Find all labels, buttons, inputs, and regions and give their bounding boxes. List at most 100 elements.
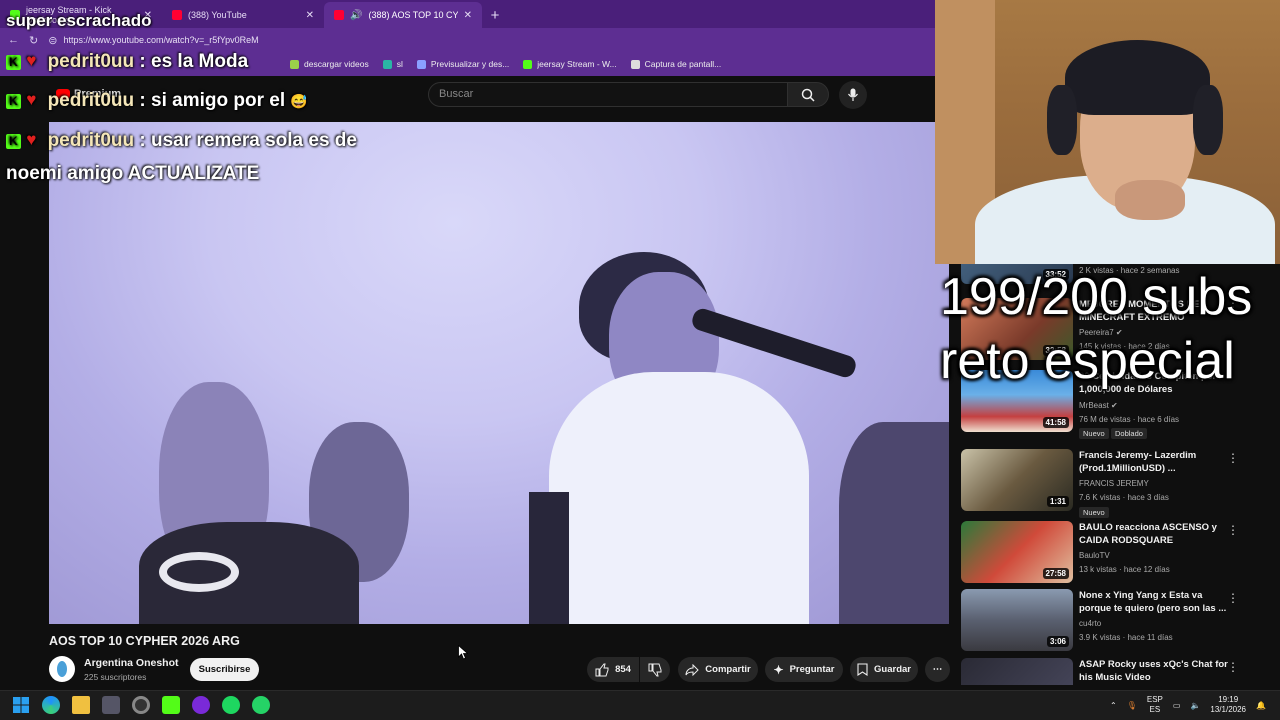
video-title[interactable]: None x Ying Yang x Esta va porque te qui… xyxy=(1079,589,1229,615)
app-icon[interactable] xyxy=(192,696,210,714)
close-icon[interactable]: ✕ xyxy=(464,10,472,21)
heart-icon: ♥ xyxy=(26,90,37,109)
windows-start-icon[interactable] xyxy=(12,696,30,714)
channel-label: MrBeast xyxy=(1079,401,1109,410)
bookmark-label: Captura de pantall... xyxy=(644,59,722,69)
chat-message: noemi amigo ACTUALIZATE xyxy=(6,163,259,185)
url-field[interactable]: ⊜ https://www.youtube.com/watch?v=_r5fYp… xyxy=(48,34,258,47)
goal-count: 199/200 subs xyxy=(940,268,1253,326)
url-text: https://www.youtube.com/watch?v=_r5fYpv0… xyxy=(63,35,259,45)
avatar[interactable] xyxy=(49,656,75,682)
chat-user: pedrit0uu xyxy=(47,130,135,151)
video-title[interactable]: ASAP Rocky uses xQc's Chat for his Music… xyxy=(1079,658,1229,684)
emoji-icon: 😅 xyxy=(290,93,308,109)
language-indicator[interactable]: ESP ES xyxy=(1147,695,1163,715)
chat-user: pedrit0uu xyxy=(47,90,135,111)
channel-name[interactable]: FRANCIS JEREMY xyxy=(1079,479,1149,488)
kick-icon xyxy=(523,59,533,69)
microphone-icon xyxy=(848,88,858,101)
channel-name[interactable]: MrBeast ✔ xyxy=(1079,401,1118,410)
microphone-icon[interactable]: 🎙 xyxy=(1127,701,1137,710)
clock[interactable]: 19:19 13/1/2026 xyxy=(1210,695,1246,715)
more-vertical-icon[interactable]: ⋮ xyxy=(1227,451,1239,465)
more-actions-button[interactable]: ⋯ xyxy=(925,657,950,682)
app-icon[interactable] xyxy=(102,696,120,714)
share-label: Compartir xyxy=(705,664,751,675)
subscriber-goal-overlay: 199/200 subs reto especial xyxy=(940,265,1252,393)
webcam-frame-figure xyxy=(1115,180,1185,220)
notification-icon[interactable]: 🔔 xyxy=(1256,701,1266,710)
edge-icon[interactable] xyxy=(42,696,60,714)
chevron-up-icon[interactable]: ⌃ xyxy=(1110,701,1117,710)
bookmark-previsualizar[interactable]: Previsualizar y des... xyxy=(416,59,509,69)
channel-name[interactable]: BauloTV xyxy=(1079,551,1110,560)
voice-search-button[interactable] xyxy=(839,81,867,109)
speaker-icon[interactable]: 🔊 xyxy=(350,10,362,21)
close-icon[interactable]: ✕ xyxy=(306,10,314,21)
bookmark-descargar-videos[interactable]: descargar videos xyxy=(290,59,369,69)
site-info-icon[interactable]: ⊜ xyxy=(48,34,57,47)
chat-message: K ♥ pedrit0uu : es la Moda xyxy=(6,51,248,73)
spotify-icon[interactable] xyxy=(222,696,240,714)
save-label: Guardar xyxy=(874,664,911,675)
back-icon[interactable]: ← xyxy=(8,34,19,46)
video-thumbnail[interactable]: 3:06 xyxy=(961,589,1073,651)
dislike-button[interactable] xyxy=(640,657,670,682)
ask-button[interactable]: ✦ Preguntar xyxy=(765,657,843,682)
bookmark-sl[interactable]: sl xyxy=(382,59,403,69)
volume-icon[interactable]: 🔈 xyxy=(1190,701,1200,710)
obs-icon[interactable] xyxy=(132,696,150,714)
folder-icon[interactable] xyxy=(72,696,90,714)
list-item[interactable]: 3:06 None x Ying Yang x Esta va porque t… xyxy=(961,589,1261,653)
new-tab-button[interactable]: + xyxy=(482,2,508,28)
save-button[interactable]: Guardar xyxy=(850,657,918,682)
more-vertical-icon[interactable]: ⋮ xyxy=(1227,591,1239,605)
list-item[interactable]: 27:58 BAULO reacciona ASCENSO y CAIDA RO… xyxy=(961,521,1261,585)
dubbed-badge: Doblado xyxy=(1111,428,1147,439)
more-horizontal-icon: ⋯ xyxy=(932,664,943,675)
more-vertical-icon[interactable]: ⋮ xyxy=(1227,523,1239,537)
address-bar: ← ↻ ⊜ https://www.youtube.com/watch?v=_r… xyxy=(0,28,935,52)
tab-aos-cypher[interactable]: 🔊 (388) AOS TOP 10 CYPHER 20 ✕ xyxy=(324,2,482,28)
kick-icon: K xyxy=(6,134,21,149)
bookmark-captura[interactable]: Captura de pantall... xyxy=(630,59,722,69)
ask-label: Preguntar xyxy=(789,664,835,675)
share-button[interactable]: Compartir xyxy=(678,657,758,682)
chat-text: super escrachado xyxy=(6,11,152,30)
whatsapp-icon[interactable] xyxy=(252,696,270,714)
kick-icon[interactable] xyxy=(162,696,180,714)
goal-label: reto especial xyxy=(940,332,1235,390)
chat-text: : si amigo por el xyxy=(139,90,286,111)
chat-message: K ♥ pedrit0uu : usar remera sola es de xyxy=(6,130,357,152)
duration-badge: 27:58 xyxy=(1042,568,1069,579)
pen-icon xyxy=(630,59,640,69)
kick-icon: K xyxy=(6,55,21,70)
like-button[interactable]: 854 xyxy=(587,657,639,682)
rp-icon xyxy=(416,59,426,69)
kick-icon: K xyxy=(6,94,21,109)
like-count: 854 xyxy=(615,664,631,675)
video-frame-figure xyxy=(549,372,809,624)
search-button[interactable] xyxy=(787,82,829,107)
search-input[interactable]: Buscar xyxy=(428,82,788,107)
tab-youtube[interactable]: (388) YouTube ✕ xyxy=(162,2,324,28)
list-item[interactable]: 1:31 Francis Jeremy- Lazerdim (Prod.1Mil… xyxy=(961,449,1261,518)
channel-name[interactable]: cu4rto xyxy=(1079,619,1101,628)
video-thumbnail[interactable]: 1:31 xyxy=(961,449,1073,511)
sparkle-icon: ✦ xyxy=(773,662,784,677)
list-item[interactable]: ASAP Rocky uses xQc's Chat for his Music… xyxy=(961,658,1261,685)
date-label: 13/1/2026 xyxy=(1210,705,1246,714)
channel-name[interactable]: Argentina Oneshot xyxy=(84,657,179,669)
video-title[interactable]: BAULO reacciona ASCENSO y CAIDA RODSQUAR… xyxy=(1079,521,1229,547)
network-icon[interactable]: ▭ xyxy=(1173,701,1181,710)
video-player[interactable] xyxy=(49,122,949,624)
video-thumbnail[interactable]: 27:58 xyxy=(961,521,1073,583)
webcam-frame-figure xyxy=(1047,85,1077,155)
bookmark-jeersay-stream[interactable]: jeersay Stream - W... xyxy=(523,59,617,69)
video-title[interactable]: Francis Jeremy- Lazerdim (Prod.1MillionU… xyxy=(1079,449,1229,475)
more-vertical-icon[interactable]: ⋮ xyxy=(1227,660,1239,674)
video-meta: 3.9 K vistas · hace 11 días xyxy=(1079,633,1173,642)
video-thumbnail[interactable] xyxy=(961,658,1073,685)
subscribe-button[interactable]: Suscribirse xyxy=(190,658,259,681)
reload-icon[interactable]: ↻ xyxy=(29,34,38,47)
